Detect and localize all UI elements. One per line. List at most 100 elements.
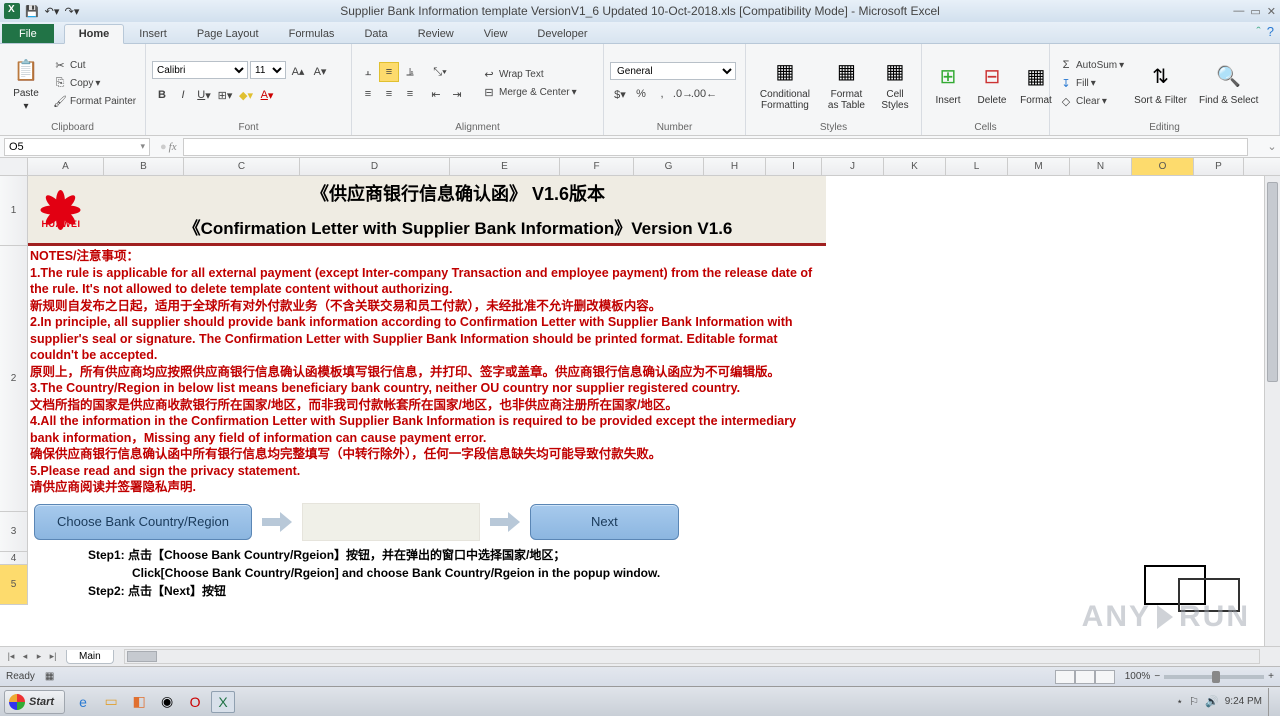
col-header-N[interactable]: N xyxy=(1070,158,1132,175)
col-header-L[interactable]: L xyxy=(946,158,1008,175)
spreadsheet-grid[interactable]: ABCDEFGHIJKLMNOP 12345 HUAWEI 《供应商银行信息确认… xyxy=(0,158,1280,646)
row-header-5[interactable]: 5 xyxy=(0,565,28,605)
chevron-down-icon[interactable]: ▾ xyxy=(140,141,145,152)
format-as-table-button[interactable]: ▦Format as Table xyxy=(822,46,871,120)
col-header-D[interactable]: D xyxy=(300,158,450,175)
grow-font-button[interactable]: A▴ xyxy=(288,61,308,81)
help-icon[interactable]: ? xyxy=(1267,24,1274,39)
merge-center-button[interactable]: ⊟Merge & Center ▾ xyxy=(479,84,579,100)
paste-button[interactable]: 📋 Paste ▾ xyxy=(6,46,46,120)
taskbar-ie-icon[interactable]: e xyxy=(71,691,95,713)
font-color-button[interactable]: A▾ xyxy=(257,85,277,105)
italic-button[interactable]: I xyxy=(173,85,193,105)
col-header-J[interactable]: J xyxy=(822,158,884,175)
col-header-A[interactable]: A xyxy=(28,158,104,175)
font-size-select[interactable]: 11 xyxy=(250,61,286,79)
show-desktop-button[interactable] xyxy=(1268,688,1276,716)
tab-file[interactable]: File xyxy=(2,24,54,43)
fill-color-button[interactable]: ◆▾ xyxy=(236,85,256,105)
copy-button[interactable]: ⎘Copy ▾ xyxy=(50,75,138,91)
redo-icon[interactable]: ↷▾ xyxy=(64,3,80,19)
decrease-decimal-button[interactable]: .00← xyxy=(694,84,714,104)
format-painter-button[interactable]: 🖌Format Painter xyxy=(50,93,138,109)
cancel-formula-icon[interactable]: ● xyxy=(160,141,167,153)
wrap-text-button[interactable]: ↩Wrap Text xyxy=(479,66,579,82)
tray-clock[interactable]: 9:24 PM xyxy=(1225,696,1262,707)
tray-flag-icon[interactable]: ⚐ xyxy=(1189,695,1199,708)
tab-review[interactable]: Review xyxy=(403,24,469,43)
scrollbar-thumb[interactable] xyxy=(1267,182,1278,382)
font-name-select[interactable]: Calibri xyxy=(152,61,248,79)
restore-icon[interactable]: ▭ xyxy=(1250,5,1260,18)
sheet-prev-icon[interactable]: ◂ xyxy=(18,651,32,662)
sheet-tab-main[interactable]: Main xyxy=(66,650,114,664)
tab-data[interactable]: Data xyxy=(349,24,402,43)
zoom-slider[interactable] xyxy=(1164,675,1264,679)
row-header-4[interactable]: 4 xyxy=(0,552,28,565)
align-bottom-button[interactable]: ⫡ xyxy=(400,62,420,82)
taskbar-explorer-icon[interactable]: ▭ xyxy=(99,691,123,713)
border-button[interactable]: ⊞▾ xyxy=(215,85,235,105)
col-header-I[interactable]: I xyxy=(766,158,822,175)
col-header-M[interactable]: M xyxy=(1008,158,1070,175)
sheet-first-icon[interactable]: |◂ xyxy=(4,651,18,662)
bold-button[interactable]: B xyxy=(152,85,172,105)
row-header-1[interactable]: 1 xyxy=(0,176,28,246)
scrollbar-thumb[interactable] xyxy=(127,651,157,662)
col-header-O[interactable]: O xyxy=(1132,158,1194,175)
macro-record-icon[interactable]: ▦ xyxy=(45,671,54,682)
sheet-next-icon[interactable]: ▸ xyxy=(32,651,46,662)
zoom-knob[interactable] xyxy=(1212,671,1220,683)
select-all-corner[interactable] xyxy=(0,158,28,175)
col-header-E[interactable]: E xyxy=(450,158,560,175)
cells-area[interactable]: HUAWEI 《供应商银行信息确认函》 V1.6版本 《Confirmation… xyxy=(28,176,1280,646)
underline-button[interactable]: U▾ xyxy=(194,85,214,105)
normal-view-button[interactable] xyxy=(1055,670,1075,684)
decrease-indent-button[interactable]: ⇤ xyxy=(426,84,446,104)
insert-cells-button[interactable]: ⊞Insert xyxy=(928,46,968,120)
col-header-H[interactable]: H xyxy=(704,158,766,175)
tab-formulas[interactable]: Formulas xyxy=(274,24,350,43)
cell-styles-button[interactable]: ▦Cell Styles xyxy=(875,46,915,120)
align-right-button[interactable]: ≡ xyxy=(400,84,420,104)
taskbar-chrome-icon[interactable]: ◉ xyxy=(155,691,179,713)
col-header-P[interactable]: P xyxy=(1194,158,1244,175)
expand-formula-icon[interactable]: ⌄ xyxy=(1264,140,1280,153)
row-header-3[interactable]: 3 xyxy=(0,512,28,552)
tab-home[interactable]: Home xyxy=(64,24,125,44)
col-header-F[interactable]: F xyxy=(560,158,634,175)
save-icon[interactable]: 💾 xyxy=(24,3,40,19)
page-break-view-button[interactable] xyxy=(1095,670,1115,684)
comma-button[interactable]: , xyxy=(652,84,672,104)
taskbar-excel-icon[interactable]: X xyxy=(211,691,235,713)
tray-volume-icon[interactable]: 🔊 xyxy=(1205,695,1219,708)
delete-cells-button[interactable]: ⊟Delete xyxy=(972,46,1012,120)
name-box[interactable]: O5▾ xyxy=(4,138,150,156)
increase-indent-button[interactable]: ⇥ xyxy=(447,84,467,104)
sort-filter-button[interactable]: ⇅Sort & Filter xyxy=(1130,46,1191,120)
formula-input[interactable] xyxy=(183,138,1248,156)
col-header-K[interactable]: K xyxy=(884,158,946,175)
col-header-C[interactable]: C xyxy=(184,158,300,175)
accounting-format-button[interactable]: $▾ xyxy=(610,84,630,104)
minimize-icon[interactable]: — xyxy=(1233,5,1244,18)
close-icon[interactable]: ✕ xyxy=(1267,5,1276,18)
cut-button[interactable]: ✂Cut xyxy=(50,57,138,73)
start-button[interactable]: Start xyxy=(4,690,65,714)
taskbar-app-icon[interactable]: ◧ xyxy=(127,691,151,713)
zoom-level[interactable]: 100% xyxy=(1125,671,1151,682)
orientation-button[interactable]: ⤡▾ xyxy=(430,62,450,82)
autosum-button[interactable]: ΣAutoSum ▾ xyxy=(1056,57,1126,73)
tray-show-hidden-icon[interactable]: ⋆ xyxy=(1176,695,1183,708)
align-top-button[interactable]: ⫠ xyxy=(358,62,378,82)
undo-icon[interactable]: ↶▾ xyxy=(44,3,60,19)
clear-button[interactable]: ◇Clear ▾ xyxy=(1056,93,1126,109)
find-select-button[interactable]: 🔍Find & Select xyxy=(1195,46,1262,120)
tab-view[interactable]: View xyxy=(469,24,523,43)
shrink-font-button[interactable]: A▾ xyxy=(310,61,330,81)
zoom-in-button[interactable]: + xyxy=(1268,671,1274,682)
percent-button[interactable]: % xyxy=(631,84,651,104)
row-header-2[interactable]: 2 xyxy=(0,246,28,512)
align-middle-button[interactable]: ≡ xyxy=(379,62,399,82)
horizontal-scrollbar[interactable] xyxy=(124,649,1260,664)
